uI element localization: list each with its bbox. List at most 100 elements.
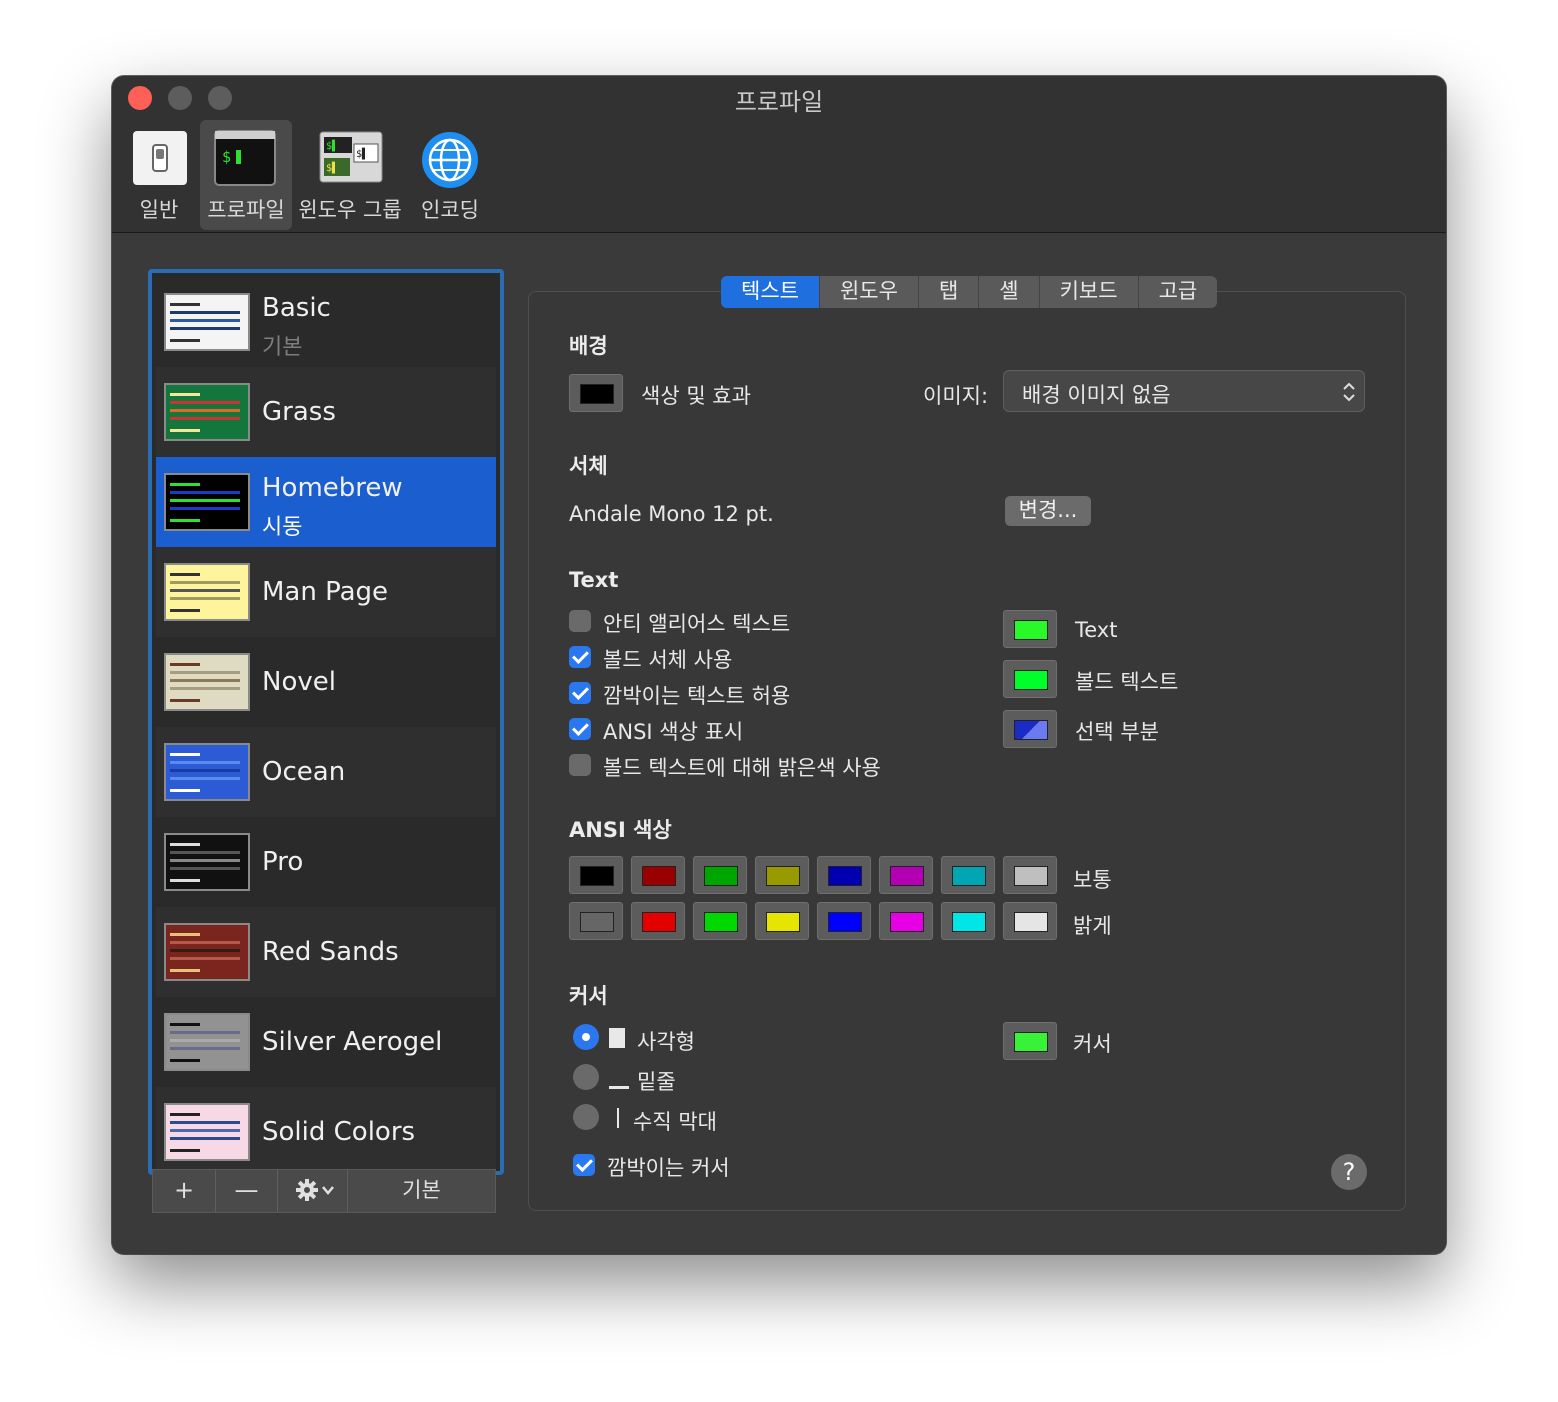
blinking-text-checkbox[interactable] xyxy=(569,682,591,704)
ansi-normal-color-well-6[interactable] xyxy=(941,856,995,894)
background-color-well[interactable] xyxy=(569,374,623,412)
cursor-bar-radio[interactable] xyxy=(573,1104,599,1130)
bold-fonts-checkbox[interactable] xyxy=(569,646,591,668)
profile-name: Grass xyxy=(262,397,336,427)
ansi-bright-label: 밝게 xyxy=(1073,914,1112,938)
profile-name: Red Sands xyxy=(262,937,399,967)
font-value: Andale Mono 12 pt. xyxy=(569,502,774,526)
profile-thumbnail xyxy=(164,563,250,621)
window-title: 프로파일 xyxy=(734,88,824,116)
profile-row-solid-colors[interactable]: Solid Colors xyxy=(156,1087,496,1171)
background-image-select[interactable]: 배경 이미지 없음 xyxy=(1003,370,1365,412)
profile-thumbnail xyxy=(164,653,250,711)
profile-row-red-sands[interactable]: Red Sands xyxy=(156,907,496,997)
tab-window[interactable]: 윈도우 xyxy=(820,276,919,308)
help-button[interactable]: ? xyxy=(1331,1154,1367,1190)
globe-icon xyxy=(422,132,478,188)
selection-color-label: 선택 부분 xyxy=(1075,720,1159,744)
ansi-normal-color-well-1[interactable] xyxy=(631,856,685,894)
toolbar-window-groups[interactable]: $▌ $▌ $▌ 윈도우 그룹 xyxy=(298,120,402,230)
ansi-bright-color-well-6[interactable] xyxy=(941,902,995,940)
remove-profile-button[interactable]: — xyxy=(216,1170,278,1212)
preferences-window: 프로파일 일반 $ 프로파일 $▌ $▌ $▌ 윈도우 그룹 인코딩 Basic… xyxy=(112,76,1446,1254)
selection-color-well[interactable] xyxy=(1003,710,1057,748)
ansi-bright-color-well-4[interactable] xyxy=(817,902,871,940)
profile-name: Ocean xyxy=(262,757,346,787)
change-font-button[interactable]: 변경... xyxy=(1005,496,1091,526)
content-area: Basic 기본 Grass Homebrew 시동 Man Page Nove… xyxy=(112,233,1446,1254)
ansi-bright-color-well-5[interactable] xyxy=(879,902,933,940)
antialias-checkbox[interactable] xyxy=(569,610,591,632)
profile-list[interactable]: Basic 기본 Grass Homebrew 시동 Man Page Nove… xyxy=(148,269,504,1175)
cursor-underline-radio[interactable] xyxy=(573,1064,599,1090)
profile-actions-menu[interactable] xyxy=(278,1170,348,1212)
profile-row-ocean[interactable]: Ocean xyxy=(156,727,496,817)
cursor-bar-label: 수직 막대 xyxy=(633,1110,717,1134)
cursor-underline-label: 밑줄 xyxy=(637,1070,676,1094)
profile-row-basic[interactable]: Basic 기본 xyxy=(156,277,496,367)
profile-thumbnail xyxy=(164,923,250,981)
ansi-bright-color-well-3[interactable] xyxy=(755,902,809,940)
ansi-normal-color-well-7[interactable] xyxy=(1003,856,1057,894)
profile-name: Basic xyxy=(262,293,331,323)
underline-cursor-icon xyxy=(609,1086,629,1089)
switch-icon xyxy=(133,131,187,185)
ansi-bright-color-well-7[interactable] xyxy=(1003,902,1057,940)
tab-shell[interactable]: 셸 xyxy=(979,276,1040,308)
toolbar-encodings[interactable]: 인코딩 xyxy=(410,120,490,230)
bright-bold-checkbox[interactable] xyxy=(569,754,591,776)
ansi-normal-label: 보통 xyxy=(1073,868,1112,892)
profile-thumbnail xyxy=(164,1013,250,1071)
bold-text-color-well[interactable] xyxy=(1003,660,1057,698)
ansi-normal-color-well-0[interactable] xyxy=(569,856,623,894)
text-color-well[interactable] xyxy=(1003,610,1057,648)
ansi-colors-checkbox[interactable] xyxy=(569,718,591,740)
tab-text[interactable]: 텍스트 xyxy=(721,276,820,308)
ansi-bright-color-well-0[interactable] xyxy=(569,902,623,940)
profile-thumbnail xyxy=(164,833,250,891)
profile-list-toolbar: + — 기본 xyxy=(152,1169,496,1213)
profile-name: Man Page xyxy=(262,577,389,607)
profile-name: Homebrew xyxy=(262,473,403,503)
toolbar-profiles[interactable]: $ 프로파일 xyxy=(200,120,292,230)
toolbar-label-encodings: 인코딩 xyxy=(421,198,479,222)
blinking-cursor-label: 깜박이는 커서 xyxy=(607,1156,730,1180)
antialias-label: 안티 앨리어스 텍스트 xyxy=(603,612,791,636)
profile-thumbnail xyxy=(164,383,250,441)
profile-name: Pro xyxy=(262,847,304,877)
profile-row-grass[interactable]: Grass xyxy=(156,367,496,457)
cursor-color-well[interactable] xyxy=(1003,1022,1057,1060)
ansi-normal-color-well-4[interactable] xyxy=(817,856,871,894)
background-color-label: 색상 및 효과 xyxy=(641,384,751,408)
background-heading: 배경 xyxy=(569,334,608,358)
profile-thumbnail xyxy=(164,1103,250,1161)
profile-row-man-page[interactable]: Man Page xyxy=(156,547,496,637)
profile-row-pro[interactable]: Pro xyxy=(156,817,496,907)
profile-subtitle: 기본 xyxy=(262,335,303,360)
profile-name: Novel xyxy=(262,667,336,697)
gear-icon xyxy=(295,1179,334,1201)
ansi-bright-color-well-1[interactable] xyxy=(631,902,685,940)
bright-bold-label: 볼드 텍스트에 대해 밝은색 사용 xyxy=(603,756,881,780)
ansi-bright-color-well-2[interactable] xyxy=(693,902,747,940)
add-profile-button[interactable]: + xyxy=(153,1170,216,1212)
tab-keyboard[interactable]: 키보드 xyxy=(1040,276,1139,308)
default-profile-button[interactable]: 기본 xyxy=(348,1170,495,1212)
ansi-normal-color-well-3[interactable] xyxy=(755,856,809,894)
window-group-icon: $▌ $▌ $▌ xyxy=(319,131,383,183)
cursor-block-radio[interactable] xyxy=(573,1024,599,1050)
toolbar-general[interactable]: 일반 xyxy=(126,120,192,230)
profile-row-silver-aerogel[interactable]: Silver Aerogel xyxy=(156,997,496,1087)
svg-text:$▌: $▌ xyxy=(356,147,368,160)
svg-text:$▌: $▌ xyxy=(326,161,338,174)
toolbar-label-general: 일반 xyxy=(139,198,179,222)
ansi-normal-color-well-2[interactable] xyxy=(693,856,747,894)
profile-row-homebrew[interactable]: Homebrew 시동 xyxy=(156,457,496,547)
tab-advanced[interactable]: 고급 xyxy=(1139,276,1218,308)
ansi-normal-color-well-5[interactable] xyxy=(879,856,933,894)
blinking-text-label: 깜박이는 텍스트 허용 xyxy=(603,684,791,708)
profile-row-novel[interactable]: Novel xyxy=(156,637,496,727)
block-cursor-icon xyxy=(609,1028,625,1048)
tab-tab[interactable]: 탭 xyxy=(919,276,980,308)
blinking-cursor-checkbox[interactable] xyxy=(573,1154,595,1176)
